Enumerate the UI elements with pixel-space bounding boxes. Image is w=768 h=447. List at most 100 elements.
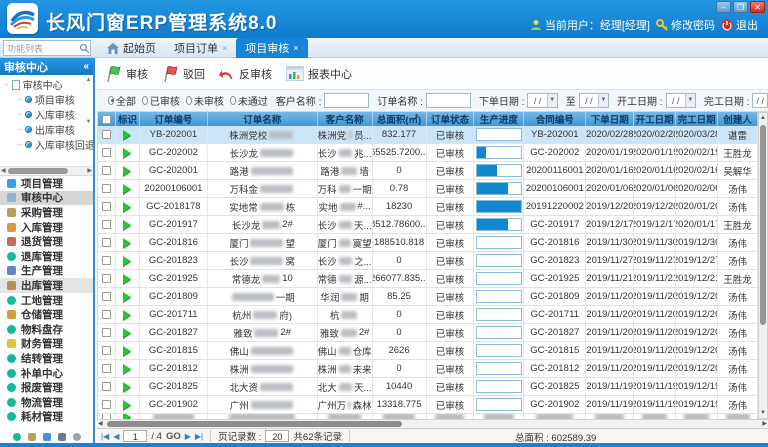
order-row-20200106001[interactable]: 20200106001万科金万科一期0.78已审核202001060012020… [98, 180, 758, 198]
row-checkbox[interactable] [102, 382, 111, 391]
go-button[interactable]: GO [166, 431, 181, 442]
column-header-合同编号[interactable]: 合同编号 [524, 112, 586, 126]
chevron-down-icon[interactable]: ▼ [598, 94, 608, 107]
order-row-GC-201711[interactable]: GC-201711杭州府)杭0已审核GC-2017112019/11/20201… [98, 306, 758, 324]
chevron-down-icon[interactable]: ▼ [685, 94, 695, 107]
sidebar-item-财务管理[interactable]: 财务管理 [0, 337, 93, 352]
order-name-input[interactable] [426, 93, 471, 108]
dot-icon[interactable] [13, 433, 21, 441]
sidebar-item-项目管理[interactable]: 项目管理 [0, 176, 93, 191]
sidebar-item-生产管理[interactable]: 生产管理 [0, 264, 93, 279]
row-checkbox[interactable] [102, 130, 111, 139]
sidebar-item-物流管理[interactable]: 物流管理 [0, 395, 93, 410]
minimize-button[interactable]: – [716, 1, 731, 13]
column-header-创建人[interactable]: 创建人 [718, 112, 758, 126]
order-row-GC-201902[interactable]: GC-201902广州广州万森林13318.775已审核GC-201902201… [98, 396, 758, 414]
change-password-button[interactable]: 修改密码 [656, 17, 715, 33]
row-checkbox[interactable] [102, 310, 111, 319]
collapse-icon[interactable]: « [83, 61, 89, 72]
反审核-button[interactable]: 反审核 [219, 66, 272, 82]
row-checkbox[interactable] [102, 364, 111, 373]
sidebar-item-耗材管理[interactable]: 耗材管理 [0, 410, 93, 425]
order-row-GC-201917[interactable]: GC-201917长沙龙2#长沙天...8512.78600...已审核GC-2… [98, 216, 758, 234]
page-number-input[interactable]: 1 [123, 430, 147, 442]
tab-项目订单[interactable]: 项目订单× [165, 38, 236, 58]
restore-button[interactable]: ❐ [733, 1, 748, 13]
order-row-GC-2018178[interactable]: GC-2018178实地常栋实地#...18230已审核201912200022… [98, 198, 758, 216]
function-search-input[interactable]: 功能列表 [3, 40, 91, 56]
pen-icon[interactable] [43, 433, 51, 441]
row-checkbox[interactable] [102, 400, 111, 409]
tree-item-入库审核[interactable]: ┄入库审核 [4, 107, 93, 122]
column-header-选择[interactable] [98, 112, 116, 126]
radio-未审核[interactable] [186, 96, 192, 105]
last-page-button[interactable]: ▶| [195, 432, 203, 441]
tree-horizontal-scrollbar[interactable]: ◀▶ [0, 167, 93, 176]
tab-close-icon[interactable]: × [293, 43, 298, 53]
sidebar-item-退货管理[interactable]: 退货管理 [0, 234, 93, 249]
sidebar-item-入库管理[interactable]: 入库管理 [0, 220, 93, 235]
sidebar-item-退库管理[interactable]: 退库管理 [0, 249, 93, 264]
row-checkbox[interactable] [102, 346, 111, 355]
cart-icon[interactable] [28, 433, 36, 441]
search-icon[interactable] [79, 43, 90, 54]
more-icon[interactable] [73, 433, 81, 441]
column-header-下单日期[interactable]: 下单日期 [586, 112, 634, 126]
row-checkbox[interactable] [102, 220, 111, 229]
order-date-from-input[interactable]: / /▼ [527, 93, 557, 108]
page-size-input[interactable]: 20 [265, 430, 289, 442]
order-row-GC-201823[interactable]: GC-201823长沙窝长沙之...0已审核GC-2018232019/11/2… [98, 252, 758, 270]
order-row-GC-201809[interactable]: GC-201809一期华润期85.25已审核GC-2018092019/11/2… [98, 288, 758, 306]
row-checkbox[interactable] [102, 166, 111, 175]
column-header-订单名称[interactable]: 订单名称 [208, 112, 318, 126]
finish-date-input[interactable]: / / [752, 93, 768, 108]
tab-项目审核[interactable]: 项目审核× [236, 38, 307, 58]
sidebar-item-仓储管理[interactable]: 仓储管理 [0, 307, 93, 322]
prev-page-button[interactable]: ◀ [113, 432, 119, 441]
next-page-button[interactable]: ▶ [185, 432, 191, 441]
order-row-GC-201827[interactable]: GC-201827雅致2#雅致2#0已审核GC-2018272019/11/20… [98, 324, 758, 342]
tree-vertical-scrollbar[interactable]: ▲▼ [85, 77, 92, 147]
order-row-GC-201812[interactable]: GC-201812株洲株洲未来0已审核GC-2018122019/11/2020… [98, 360, 758, 378]
column-header-生产进度[interactable]: 生产进度 [474, 112, 524, 126]
column-header-订单编号[interactable]: 订单编号 [140, 112, 208, 126]
column-header-总面积(㎡)[interactable]: 总面积(㎡) [373, 112, 427, 126]
radio-全部[interactable] [108, 96, 114, 105]
customer-name-input[interactable] [324, 93, 369, 108]
order-row-GC-201825[interactable]: GC-201825北大资北大天...10440已审核GC-2018252019/… [98, 378, 758, 396]
column-header-标识[interactable]: 标识 [116, 112, 140, 126]
sidebar-item-物料盘存[interactable]: 物料盘存 [0, 322, 93, 337]
row-checkbox[interactable] [102, 184, 111, 193]
sidebar-item-采购管理[interactable]: 采购管理 [0, 205, 93, 220]
column-header-订单状态[interactable]: 订单状态 [427, 112, 475, 126]
column-header-客户名称[interactable]: 客户名称 [318, 112, 373, 126]
grid-vertical-scrollbar[interactable]: ▲▼ [758, 112, 768, 419]
驳回-button[interactable]: 驳回 [162, 65, 205, 83]
sidebar-item-报废管理[interactable]: 报废管理 [0, 380, 93, 395]
sidebar-item-补单中心[interactable]: 补单中心 [0, 366, 93, 381]
tree-item-入库审核回退[interactable]: ┄入库审核回退 [4, 137, 93, 152]
tab-起始页[interactable]: 起始页 [98, 38, 165, 58]
tree-root[interactable]: −审核中心 [4, 77, 93, 92]
grid-horizontal-scrollbar[interactable]: ◀▶ [97, 419, 768, 428]
row-checkbox[interactable] [102, 238, 111, 247]
row-checkbox[interactable] [102, 256, 111, 265]
row-checkbox[interactable] [102, 292, 111, 301]
close-button[interactable]: ✕ [750, 1, 765, 13]
order-row-GC-202001[interactable]: GC-202001路港路港墙0已审核202001160012020/01/162… [98, 162, 758, 180]
sidebar-item-出库管理[interactable]: 出库管理 [0, 278, 93, 293]
logout-button[interactable]: 退出 [721, 17, 758, 33]
order-date-to-input[interactable]: / /▼ [579, 93, 609, 108]
报表中心-button[interactable]: 报表中心 [286, 66, 352, 82]
order-row-GC-201925[interactable]: GC-201925常德龙10常德源...266077.835...已审核GC-2… [98, 270, 758, 288]
hscroll-thumb[interactable] [107, 421, 402, 427]
row-checkbox[interactable] [102, 148, 111, 157]
order-row-GC-201815[interactable]: GC-201815佛山佛山仓库2626已审核GC-2018152019/11/2… [98, 342, 758, 360]
row-checkbox[interactable] [102, 202, 111, 211]
row-checkbox[interactable] [102, 274, 111, 283]
start-date-input[interactable]: / /▼ [666, 93, 696, 108]
book-icon[interactable] [58, 433, 66, 441]
tab-close-icon[interactable]: × [222, 43, 227, 53]
radio-未通过[interactable] [230, 96, 236, 105]
order-row-GC-202002[interactable]: GC-202002长沙龙长沙兆...65525.7200...已审核GC-202… [98, 144, 758, 162]
